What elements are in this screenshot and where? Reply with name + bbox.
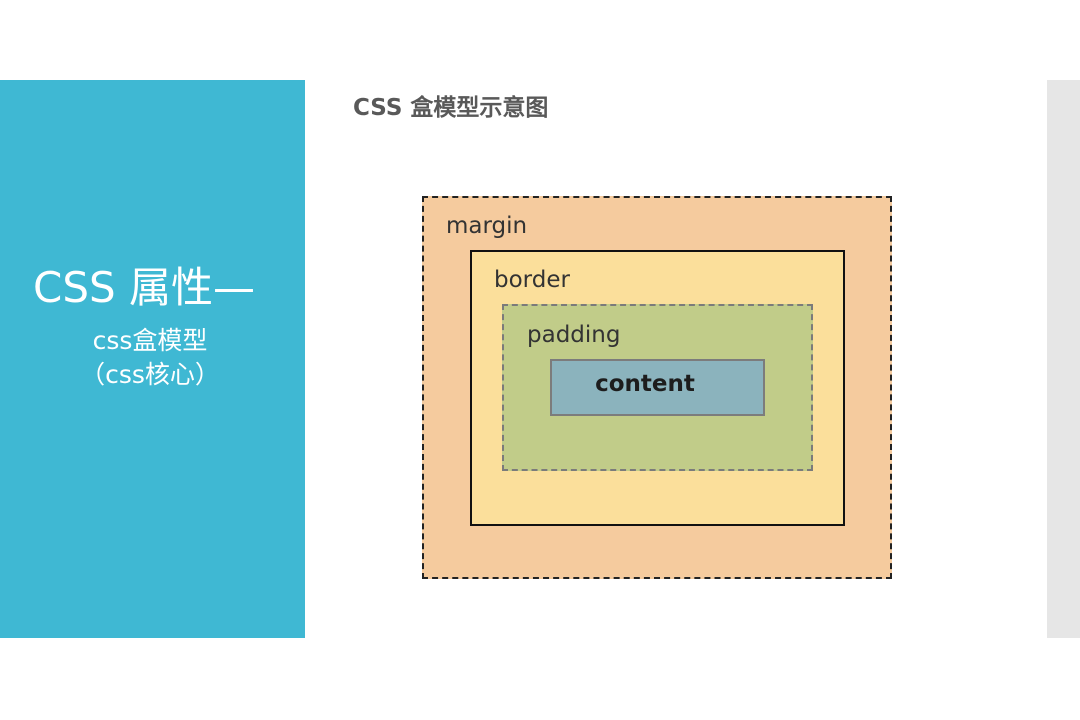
slide-subtitle-line-1: css盒模型: [92, 326, 208, 355]
slide-title: CSS 属性—: [33, 263, 255, 312]
margin-label: margin: [446, 213, 528, 239]
slide-subtitle-line-2: （css核心）: [80, 360, 220, 389]
right-side-strip: [1047, 80, 1080, 638]
slide-subtitle: css盒模型 （css核心）: [0, 324, 300, 392]
border-label: border: [494, 267, 570, 293]
padding-label: padding: [527, 322, 621, 348]
content-label: content: [595, 371, 695, 397]
left-title-panel: CSS 属性— css盒模型 （css核心）: [0, 80, 305, 638]
diagram-title: CSS 盒模型示意图: [353, 95, 549, 121]
